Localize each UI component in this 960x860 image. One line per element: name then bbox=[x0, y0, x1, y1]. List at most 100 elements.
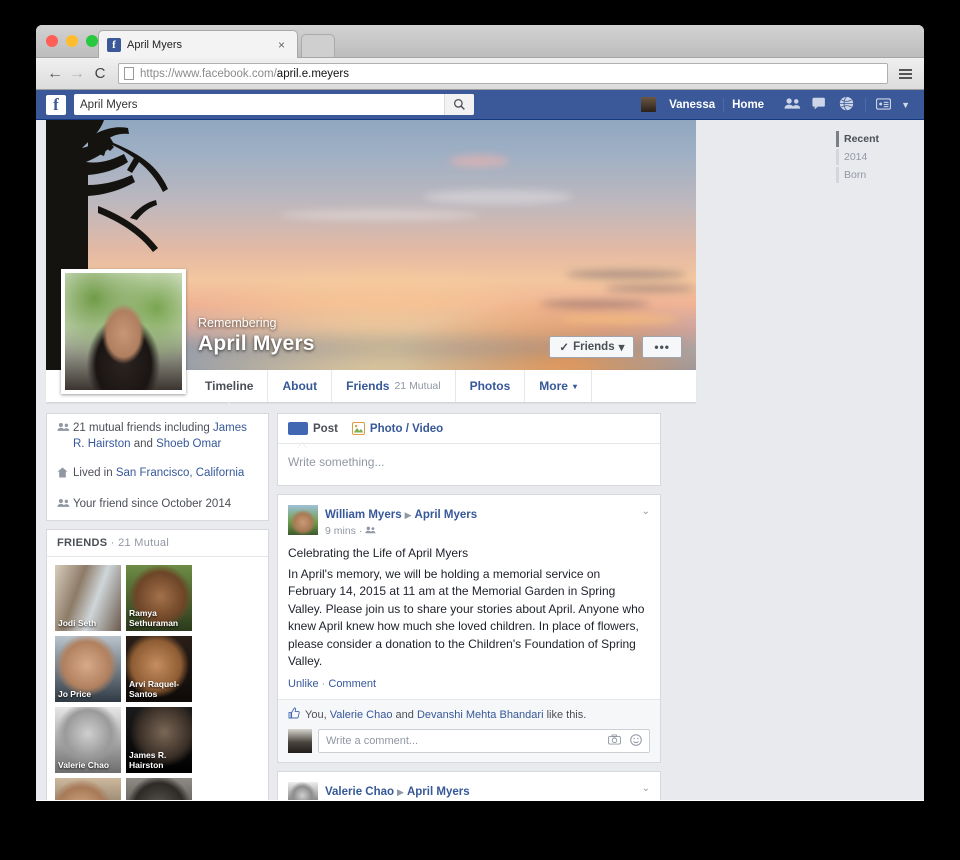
friend-tile[interactable]: Valerie Chao bbox=[55, 707, 121, 773]
friend-tile[interactable]: James R. Hairston bbox=[126, 707, 192, 773]
post-likes-bar: You, Valerie Chao and Devanshi Mehta Bha… bbox=[278, 699, 660, 729]
comment-button[interactable]: Comment bbox=[328, 678, 376, 690]
close-icon[interactable]: × bbox=[274, 38, 289, 52]
intro-text: 21 mutual friends including James R. Hai… bbox=[73, 421, 258, 452]
post-target-link[interactable]: April Myers bbox=[415, 509, 478, 521]
avatar[interactable] bbox=[288, 505, 318, 535]
facebook-content: Remembering April Myers ✓ Friends ▾ ••• bbox=[36, 120, 924, 800]
camera-icon[interactable] bbox=[608, 734, 621, 749]
comment-input[interactable]: Write a comment... bbox=[318, 729, 650, 753]
rail-item-recent[interactable]: Recent bbox=[836, 130, 924, 148]
profile-photo[interactable] bbox=[61, 269, 186, 394]
liker-link-1[interactable]: Valerie Chao bbox=[330, 709, 393, 721]
friend-tile[interactable]: Anna Peraino bbox=[55, 778, 121, 800]
browser-menu-icon[interactable] bbox=[894, 69, 916, 79]
profile-link[interactable]: Vanessa bbox=[661, 99, 723, 111]
post-header: William Myers▶April Myers 9 mins · bbox=[288, 505, 650, 537]
avatar[interactable] bbox=[641, 97, 656, 112]
chevron-down-icon[interactable]: ⌄ bbox=[642, 783, 650, 794]
friend-tile[interactable]: Jo Price bbox=[55, 636, 121, 702]
notifications-icon[interactable] bbox=[839, 96, 854, 113]
friends-glyph bbox=[365, 526, 376, 534]
avatar[interactable] bbox=[288, 782, 318, 800]
globe-glyph bbox=[839, 96, 854, 111]
avatar[interactable] bbox=[288, 729, 312, 753]
mutual-friend-link-2[interactable]: Shoeb Omar bbox=[156, 438, 221, 450]
tab-timeline[interactable]: Timeline bbox=[191, 370, 268, 402]
thumbs-up-icon bbox=[288, 707, 300, 722]
home-link[interactable]: Home bbox=[724, 99, 772, 111]
emoji-icon[interactable] bbox=[630, 734, 642, 749]
friends-button[interactable]: ✓ Friends ▾ bbox=[549, 336, 634, 358]
friends-card-count: · 21 Mutual bbox=[111, 537, 169, 549]
composer-tab-post[interactable]: Post bbox=[288, 422, 338, 435]
search-glyph bbox=[453, 98, 466, 111]
post-actions: Unlike · Comment bbox=[288, 670, 650, 699]
rail-item-2014[interactable]: 2014 bbox=[836, 148, 924, 166]
friend-tile[interactable]: Arvi Raquel-Santos bbox=[126, 636, 192, 702]
address-bar[interactable]: https://www.facebook.com/april.e.meyers bbox=[118, 63, 888, 84]
likes-suffix: like this. bbox=[544, 709, 587, 721]
search-icon[interactable] bbox=[444, 94, 474, 115]
like-button[interactable]: Unlike bbox=[288, 678, 319, 690]
tab-more[interactable]: More ▾ bbox=[525, 370, 592, 402]
page-info-icon[interactable] bbox=[124, 67, 134, 80]
friend-tile[interactable]: Ramya Sethuraman bbox=[126, 565, 192, 631]
post-composer: Post Photo / Video bbox=[277, 413, 661, 486]
chevron-down-icon[interactable]: ⌄ bbox=[642, 506, 650, 517]
friends-card-header: FRIENDS · 21 Mutual bbox=[47, 530, 268, 557]
friend-name: Jodi Seth bbox=[58, 619, 119, 629]
forward-icon[interactable]: → bbox=[66, 65, 88, 83]
tab-label: Friends bbox=[346, 379, 389, 393]
new-tab-button[interactable] bbox=[301, 34, 335, 57]
browser-tab[interactable]: f April Myers × bbox=[98, 30, 298, 58]
chevron-down-icon: ▾ bbox=[619, 340, 625, 354]
facebook-logo-icon[interactable]: f bbox=[46, 95, 66, 115]
action-separator: · bbox=[322, 678, 326, 690]
photo-glyph bbox=[353, 423, 364, 434]
post-target-link[interactable]: April Myers bbox=[407, 786, 470, 798]
friend-tile[interactable]: Mike Finch bbox=[126, 778, 192, 800]
more-options-button[interactable]: ••• bbox=[642, 336, 682, 358]
facebook-top-nav: f Vanessa Home bbox=[36, 90, 924, 120]
close-window-button[interactable] bbox=[46, 35, 58, 47]
minimize-window-button[interactable] bbox=[66, 35, 78, 47]
friend-tile[interactable]: Jodi Seth bbox=[55, 565, 121, 631]
likes-prefix: You, bbox=[305, 709, 330, 721]
remembering-label: Remembering bbox=[198, 316, 315, 330]
chevron-down-icon[interactable]: ▼ bbox=[901, 100, 910, 110]
pencil-glyph bbox=[298, 432, 311, 445]
back-icon[interactable]: ← bbox=[44, 65, 66, 83]
intro-mid: and bbox=[131, 438, 157, 450]
maximize-window-button[interactable] bbox=[86, 35, 98, 47]
lock-card-glyph bbox=[876, 98, 891, 110]
composer-tab-photo-video[interactable]: Photo / Video bbox=[352, 422, 443, 435]
post-author-link[interactable]: Valerie Chao bbox=[325, 786, 394, 798]
messages-icon[interactable] bbox=[812, 97, 828, 112]
message-glyph bbox=[812, 97, 828, 110]
friend-name: James R. Hairston bbox=[129, 751, 190, 771]
rail-item-born[interactable]: Born bbox=[836, 166, 924, 184]
post-timestamp[interactable]: 9 mins bbox=[325, 525, 356, 537]
post-author-link[interactable]: William Myers bbox=[325, 509, 402, 521]
friend-name: Valerie Chao bbox=[58, 761, 119, 771]
reload-icon[interactable]: C bbox=[88, 65, 112, 82]
browser-tab-title: April Myers bbox=[127, 39, 274, 51]
friends-icon bbox=[57, 498, 73, 513]
friends-audience-icon[interactable] bbox=[365, 525, 376, 537]
friend-name: Jo Price bbox=[58, 690, 119, 700]
divider bbox=[865, 98, 866, 112]
liker-link-2[interactable]: Devanshi Mehta Bhandari bbox=[417, 709, 544, 721]
search-input[interactable] bbox=[74, 95, 444, 114]
search-bar[interactable] bbox=[74, 94, 474, 115]
tab-label: About bbox=[282, 379, 317, 393]
location-link[interactable]: San Francisco, California bbox=[116, 467, 244, 479]
tab-about[interactable]: About bbox=[268, 370, 332, 402]
intro-text: Lived in San Francisco, California bbox=[73, 466, 244, 483]
privacy-shortcuts-icon[interactable] bbox=[876, 98, 891, 112]
post-body: In April's memory, we will be holding a … bbox=[288, 566, 650, 670]
tab-friends[interactable]: Friends 21 Mutual bbox=[332, 370, 455, 402]
tab-photos[interactable]: Photos bbox=[456, 370, 526, 402]
composer-input[interactable]: Write something... bbox=[278, 444, 660, 485]
friend-requests-icon[interactable] bbox=[784, 97, 801, 112]
